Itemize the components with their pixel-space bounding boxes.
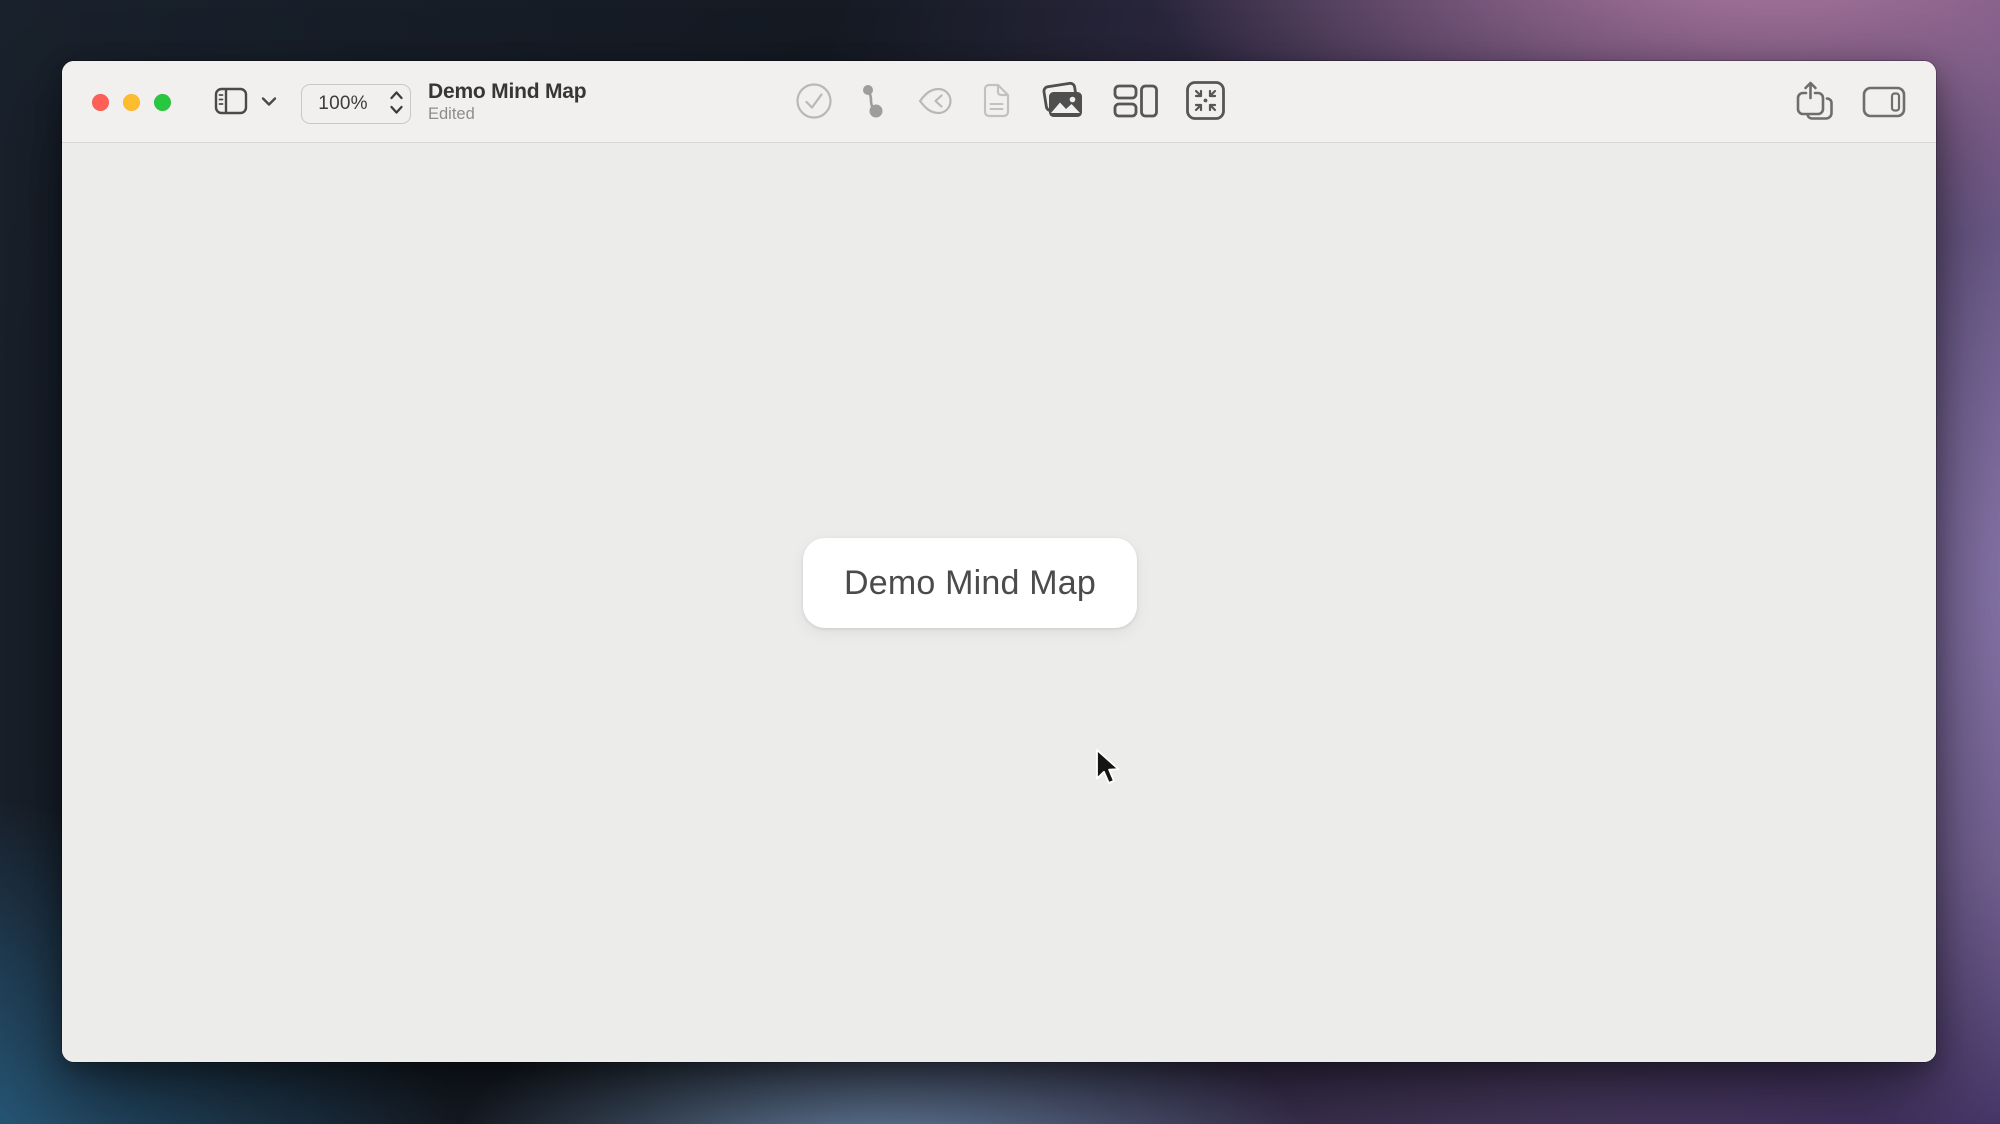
zoom-level-value: 100% <box>318 93 368 114</box>
document-title: Demo Mind Map <box>428 80 587 103</box>
zoom-stepper[interactable] <box>382 85 410 123</box>
sidebar-toggle-button[interactable] <box>214 87 248 117</box>
fit-to-view-icon <box>1185 80 1226 124</box>
node-connection-icon <box>860 83 890 122</box>
sidebar-toggle-icon <box>214 86 248 119</box>
share-icon <box>1794 80 1836 127</box>
media-library-icon <box>1038 81 1086 124</box>
fit-to-view-button[interactable] <box>1185 80 1226 124</box>
root-node-label: Demo Mind Map <box>843 563 1097 602</box>
mindmap-canvas[interactable]: Demo Mind Map <box>62 144 1936 1062</box>
focus-button[interactable] <box>917 85 955 120</box>
notes-button[interactable] <box>982 82 1011 122</box>
document-edited-status: Edited <box>428 105 475 123</box>
titlebar[interactable]: 100% Demo Mind Map Edited <box>62 61 1936 143</box>
inspector-toggle-button[interactable] <box>1862 86 1906 121</box>
toolbar <box>795 61 1226 143</box>
sidebar-menu-button[interactable] <box>260 95 278 109</box>
zoom-button[interactable] <box>154 94 171 111</box>
layout-arrange-icon <box>1113 83 1158 121</box>
connection-button[interactable] <box>860 83 890 122</box>
root-node[interactable]: Demo Mind Map <box>803 538 1137 628</box>
zoom-level-control[interactable]: 100% <box>301 84 411 124</box>
app-window: 100% Demo Mind Map Edited Demo Mind Map <box>62 61 1936 1062</box>
task-button[interactable] <box>795 82 833 123</box>
minimize-button[interactable] <box>123 94 140 111</box>
inspector-panel-icon <box>1862 86 1906 121</box>
close-button[interactable] <box>92 94 109 111</box>
document-title-block: Demo Mind Map Edited <box>428 79 587 125</box>
chevron-down-icon <box>261 95 277 110</box>
focus-back-icon <box>917 85 955 120</box>
zoom-stepper-icon <box>389 89 404 119</box>
media-button[interactable] <box>1038 81 1086 124</box>
share-button[interactable] <box>1793 81 1837 125</box>
task-checkmark-icon <box>795 82 833 123</box>
layout-button[interactable] <box>1113 83 1158 121</box>
window-controls <box>92 94 171 111</box>
note-document-icon <box>982 82 1011 122</box>
